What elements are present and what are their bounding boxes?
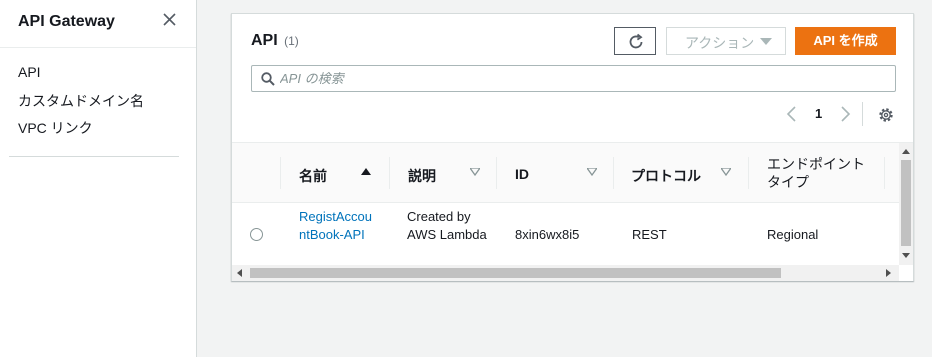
api-table: 名前 説明 ID プロトコル エンドポイント タイプ RegistAccount… <box>232 142 913 281</box>
actions-dropdown-button[interactable]: アクション <box>666 27 786 55</box>
sidebar-header: API Gateway <box>0 0 196 48</box>
column-header-label: プロトコル <box>631 168 701 184</box>
sidebar-divider <box>9 156 179 157</box>
horizontal-scrollbar[interactable] <box>232 265 899 281</box>
search-icon <box>261 72 275 86</box>
api-description: Created by AWS Lambda <box>407 209 487 242</box>
table-header: 名前 説明 ID プロトコル エンドポイント タイプ <box>232 143 899 203</box>
caret-down-icon <box>760 38 772 45</box>
vertical-scroll-thumb[interactable] <box>901 160 911 246</box>
column-header-id[interactable]: ID <box>515 143 611 203</box>
column-divider <box>496 157 497 189</box>
column-header-endpoint-type[interactable]: エンドポイント タイプ <box>767 143 883 203</box>
scroll-down-icon[interactable] <box>902 253 910 258</box>
column-header-label: 説明 <box>408 168 436 184</box>
sort-icon <box>721 168 731 176</box>
sidebar-title[interactable]: API Gateway <box>18 13 115 31</box>
api-list-panel: API (1) アクション API を作成 1 <box>231 13 914 281</box>
panel-title-text: API <box>251 32 278 49</box>
column-header-label: エンドポイント タイプ <box>767 156 865 190</box>
column-header-label: ID <box>515 166 529 182</box>
sidebar-item-vpc-links[interactable]: VPC リンク <box>18 118 93 138</box>
scroll-left-icon[interactable] <box>237 269 242 277</box>
panel-title: API (1) <box>251 32 299 50</box>
api-name-link[interactable]: RegistAccountBook-API <box>299 208 373 244</box>
search-input[interactable] <box>280 68 880 89</box>
scroll-right-icon[interactable] <box>886 269 891 277</box>
api-count: (1) <box>284 34 299 48</box>
pagination-divider <box>862 102 863 126</box>
refresh-button[interactable] <box>614 27 656 55</box>
api-endpoint-type: Regional <box>767 227 819 242</box>
chevron-left-icon[interactable] <box>785 105 799 123</box>
actions-label: アクション <box>685 35 755 51</box>
vertical-scrollbar[interactable] <box>899 143 913 265</box>
sort-icon <box>587 168 597 176</box>
api-id: 8xin6wx8i5 <box>515 227 580 242</box>
table-row[interactable]: RegistAccountBook-API Created by AWS Lam… <box>232 204 899 265</box>
create-api-button[interactable]: API を作成 <box>795 27 896 55</box>
scroll-up-icon[interactable] <box>902 149 910 154</box>
sidebar-item-custom-domain-names[interactable]: カスタムドメイン名 <box>18 91 144 111</box>
sort-icon <box>470 168 480 176</box>
row-select-radio[interactable] <box>250 228 263 241</box>
chevron-right-icon[interactable] <box>838 105 852 123</box>
horizontal-scroll-thumb[interactable] <box>250 268 781 278</box>
column-header-label: 名前 <box>299 168 327 184</box>
column-divider <box>613 157 614 189</box>
search-box <box>251 65 896 92</box>
api-protocol: REST <box>632 227 667 242</box>
gear-icon[interactable] <box>878 107 894 123</box>
column-divider <box>280 157 281 189</box>
column-header-name[interactable]: 名前 <box>299 143 389 203</box>
column-header-description[interactable]: 説明 <box>408 143 496 203</box>
side-navigation: API Gateway API カスタムドメイン名 VPC リンク <box>0 0 197 357</box>
column-divider <box>389 157 390 189</box>
column-divider <box>884 157 885 189</box>
sidebar-item-api[interactable]: API <box>18 64 41 80</box>
sort-ascending-icon <box>361 168 371 175</box>
page-number[interactable]: 1 <box>815 106 822 121</box>
column-header-protocol[interactable]: プロトコル <box>631 143 747 203</box>
column-divider <box>748 157 749 189</box>
refresh-icon <box>629 33 643 49</box>
close-icon[interactable] <box>160 10 180 30</box>
